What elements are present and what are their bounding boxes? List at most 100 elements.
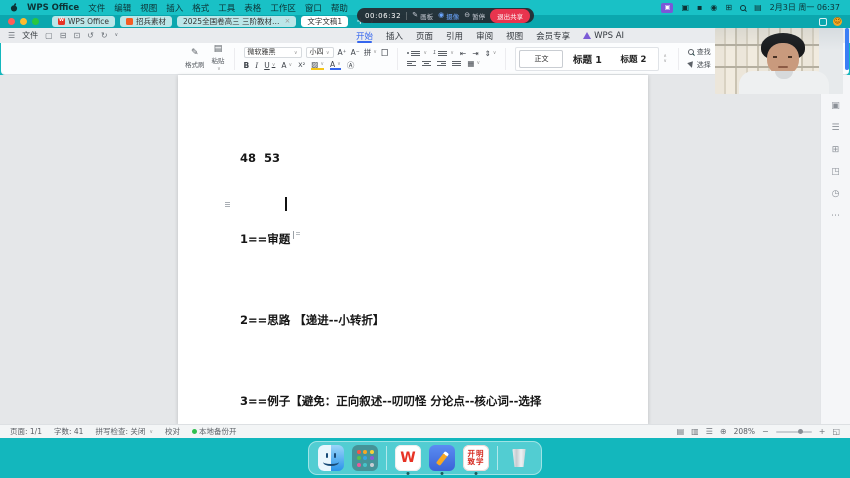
zoom-slider-thumb[interactable] — [798, 429, 803, 434]
dock-annotation-app-icon[interactable] — [429, 445, 455, 471]
display-icon[interactable]: ▣ — [681, 4, 689, 12]
zoom-percent[interactable]: 208% — [734, 427, 755, 436]
zoom-out-button[interactable]: − — [762, 427, 769, 436]
camera-button[interactable]: ◉ 摄像 — [438, 11, 459, 21]
phone-icon[interactable]: ◉ — [710, 4, 717, 12]
fullscreen-icon[interactable]: ◱ — [832, 427, 840, 436]
highlight-color-button[interactable]: ▨ — [311, 61, 324, 71]
menu-window[interactable]: 窗口 — [305, 2, 322, 14]
pause-button[interactable]: ⊖ 暂停 — [464, 11, 485, 21]
underline-button[interactable]: U — [264, 62, 275, 70]
menu-table[interactable]: 表格 — [244, 2, 261, 14]
italic-button[interactable]: I — [255, 62, 258, 70]
style-gallery-arrows[interactable]: ∧∨ — [661, 54, 668, 64]
font-color-button[interactable]: A — [330, 61, 341, 71]
spellcheck-status[interactable]: 拼写检查: 关闭 — [95, 426, 153, 437]
proofread-button[interactable]: 校对 — [165, 426, 180, 437]
phonetic-guide-button[interactable]: 拼 — [364, 49, 377, 57]
dock-trash-icon[interactable] — [506, 445, 532, 471]
bullet-list-button[interactable] — [407, 50, 427, 56]
annotate-button[interactable]: ✎ 画板 — [412, 11, 433, 21]
ribbon-tab-page[interactable]: 页面 — [416, 28, 433, 43]
outline-view-icon[interactable]: ☰ — [706, 427, 713, 436]
scrollbar-thumb[interactable] — [845, 28, 849, 70]
font-size-select[interactable]: 小四 — [306, 47, 334, 58]
exit-share-button[interactable]: 退出共享 — [490, 9, 530, 23]
decrease-font-button[interactable]: A⁻ — [351, 49, 360, 57]
ribbon-tab-references[interactable]: 引用 — [446, 28, 463, 43]
print-icon[interactable]: ⊟ — [60, 32, 67, 40]
align-left-button[interactable] — [407, 61, 416, 66]
increase-indent-button[interactable]: ⇥ — [472, 50, 478, 58]
dock-finder-icon[interactable] — [318, 445, 344, 471]
spotlight-search-icon[interactable] — [740, 5, 746, 11]
menu-format[interactable]: 格式 — [192, 2, 209, 14]
menu-workspace[interactable]: 工作区 — [270, 2, 296, 14]
align-right-button[interactable] — [437, 61, 446, 66]
ribbon-tab-membership[interactable]: 会员专享 — [536, 28, 570, 43]
font-name-select[interactable]: 微软雅黑 — [244, 47, 302, 58]
paragraph-handle-icon[interactable] — [225, 202, 230, 207]
insert-pane-icon[interactable]: ⊞ — [832, 145, 840, 155]
redo-icon[interactable]: ↻ — [101, 32, 108, 40]
style-heading-1[interactable]: 标题 1 — [565, 50, 609, 68]
tab-current-doc[interactable]: 文字文稿1 — [301, 16, 348, 27]
feedback-smiley-icon[interactable]: ☺ — [833, 17, 842, 26]
decrease-indent-button[interactable]: ⇤ — [460, 50, 466, 58]
word-count[interactable]: 字数: 41 — [54, 426, 83, 437]
resize-pane-icon[interactable]: ◳ — [831, 167, 840, 177]
new-doc-icon[interactable]: ▢ — [45, 32, 53, 40]
tab-material-doc[interactable]: 招兵素材 — [120, 16, 172, 27]
menu-help[interactable]: 帮助 — [331, 2, 348, 14]
tab-close-icon[interactable]: × — [284, 18, 290, 25]
window-close-button[interactable] — [8, 18, 15, 25]
more-tools-icon[interactable]: ⋯ — [831, 211, 840, 221]
window-layout-icon[interactable] — [819, 18, 827, 26]
hamburger-menu-icon[interactable]: ☰ — [8, 32, 15, 40]
dock-launchpad-icon[interactable] — [352, 445, 378, 471]
zoom-slider[interactable] — [776, 431, 812, 433]
menu-tools[interactable]: 工具 — [218, 2, 235, 14]
menu-app-name[interactable]: WPS Office — [27, 3, 79, 13]
doc-line-2[interactable]: 1==审题 — [240, 226, 541, 253]
ribbon-tab-review[interactable]: 审阅 — [476, 28, 493, 43]
menubar-clock[interactable]: 2月3日 周一 06:37 — [770, 2, 840, 13]
menu-view[interactable]: 视图 — [140, 2, 157, 14]
doc-line-4[interactable]: 3==例子【避免：正向叙述--叨叨怪 分论点--核心词--选择 — [240, 388, 541, 415]
character-border-button[interactable]: 囗 — [381, 49, 389, 57]
menu-file[interactable]: 文件 — [88, 2, 105, 14]
align-center-button[interactable] — [422, 61, 431, 66]
ribbon-tab-home[interactable]: 开始 — [356, 28, 373, 43]
apple-menu-icon[interactable] — [10, 3, 18, 12]
tab-wps-home[interactable]: W WPS Office — [52, 16, 115, 27]
style-body-text[interactable]: 正文 — [519, 50, 563, 68]
undo-icon[interactable]: ↺ — [87, 32, 94, 40]
dock-wps-office-icon[interactable]: W — [395, 445, 421, 471]
history-icon[interactable]: ◷ — [832, 189, 840, 199]
numbered-list-button[interactable]: 1 — [433, 50, 454, 56]
task-pane-icon[interactable]: ▣ — [831, 101, 840, 111]
format-painter-button[interactable]: ✎ 格式刷 — [185, 49, 205, 69]
window-zoom-button[interactable] — [32, 18, 39, 25]
web-layout-view-icon[interactable]: ▥ — [691, 427, 699, 436]
justify-button[interactable] — [452, 61, 461, 66]
print-layout-view-icon[interactable]: ▤ — [677, 427, 685, 436]
zoom-in-button[interactable]: + — [819, 427, 826, 436]
local-backup-status[interactable]: 本地备份开 — [192, 426, 237, 437]
recording-app-icon[interactable]: ▣ — [661, 3, 673, 13]
enclose-characters-button[interactable]: Ⓐ — [347, 62, 355, 70]
properties-icon[interactable]: ☰ — [831, 123, 839, 133]
file-menu-button[interactable]: 文件 — [22, 30, 38, 41]
control-center-icon[interactable]: ▤ — [754, 4, 762, 12]
increase-font-button[interactable]: A⁺ — [338, 49, 347, 57]
webcam-video-overlay[interactable] — [715, 28, 843, 94]
fit-page-icon[interactable]: ⊕ — [720, 427, 727, 436]
menu-edit[interactable]: 编辑 — [114, 2, 131, 14]
doc-line-1[interactable]: 48 53 — [240, 145, 541, 172]
paste-button[interactable]: ▤ 粘贴 — [212, 45, 225, 72]
screen-mirroring-icon[interactable]: ⊞ — [725, 4, 732, 12]
line-spacing-button[interactable]: ⇕ — [484, 50, 496, 58]
document-page[interactable]: 48 53 1==审题 2==思路 【递进--小转折】 3==例子【避免：正向叙… — [178, 75, 648, 424]
ribbon-tab-insert[interactable]: 插入 — [386, 28, 403, 43]
bold-button[interactable]: B — [244, 62, 250, 70]
